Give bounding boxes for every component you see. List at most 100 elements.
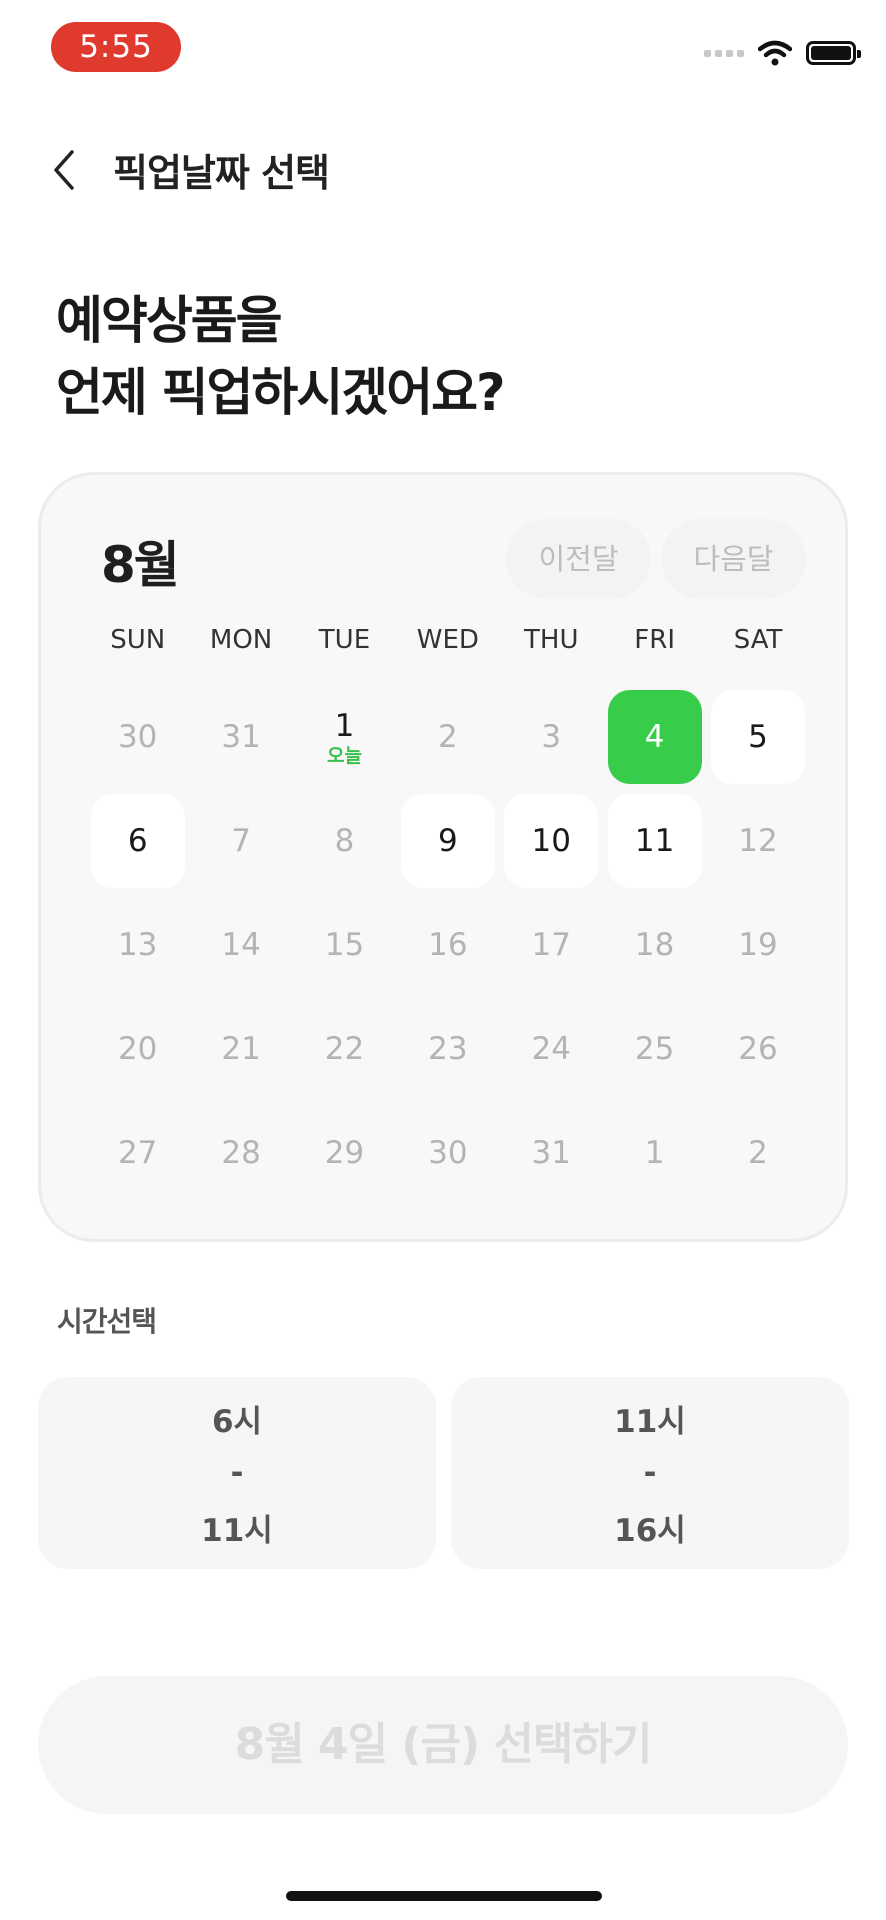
calendar-day[interactable]: 11	[603, 789, 706, 893]
calendar-day: 2	[706, 1101, 809, 1205]
calendar-day-box: 23	[401, 1002, 495, 1096]
calendar-day-number: 1	[334, 708, 355, 744]
time-section-label: 시간선택	[57, 1305, 157, 1338]
calendar-card: 8월 이전달 다음달 SUN MON TUE WED THU FRI SAT 3…	[38, 472, 848, 1242]
calendar-day-number: 22	[324, 1031, 365, 1067]
weekday-label: FRI	[634, 625, 675, 655]
month-label: 8월	[101, 536, 180, 594]
calendar-day: 12	[706, 789, 809, 893]
calendar-day-number: 18	[634, 927, 675, 963]
calendar-day-box: 21	[194, 1002, 288, 1096]
confirm-button[interactable]: 8월 4일 (금) 선택하기	[38, 1676, 848, 1814]
time-slot-end: 11시	[201, 1513, 273, 1549]
calendar-day-number: 2	[748, 1135, 768, 1171]
calendar-day: 28	[189, 1101, 292, 1205]
calendar-day-box: 30	[91, 690, 185, 784]
next-month-button[interactable]: 다음달	[661, 519, 806, 599]
calendar-day-box: 31	[504, 1106, 598, 1200]
calendar-day-box: 26	[711, 1002, 805, 1096]
headline-line-2: 언제 픽업하시겠어요?	[56, 364, 506, 423]
calendar-day: 3	[500, 685, 603, 789]
calendar-day-box: 27	[91, 1106, 185, 1200]
calendar-day-number: 24	[531, 1031, 571, 1067]
calendar-day-box: 3	[504, 690, 598, 784]
calendar-day-number: 20	[117, 1031, 158, 1067]
calendar-day-number: 3	[541, 719, 562, 755]
calendar-day[interactable]: 5	[706, 685, 809, 789]
calendar-day-number: 31	[531, 1135, 571, 1171]
calendar-day-box: 15	[297, 898, 391, 992]
chevron-left-icon	[54, 150, 74, 190]
calendar-day: 1	[603, 1101, 706, 1205]
calendar-day-number: 2	[437, 719, 458, 755]
calendar-day-box: 20	[91, 1002, 185, 1096]
calendar-day-box: 12	[711, 794, 805, 888]
page-title: 픽업날짜 선택	[113, 151, 330, 195]
weekday-label: THU	[524, 625, 579, 655]
status-icons	[704, 36, 861, 70]
weekday-label: MON	[209, 625, 273, 655]
calendar-day-number: 7	[231, 823, 251, 859]
calendar-day-box: 31	[194, 690, 288, 784]
calendar-day: 8	[293, 789, 396, 893]
calendar-day: 19	[706, 893, 809, 997]
calendar-day-number: 23	[428, 1031, 468, 1067]
headline: 예약상품을 언제 픽업하시겠어요?	[56, 286, 506, 430]
calendar-day-box: 22	[297, 1002, 391, 1096]
time-slot-6-11[interactable]: 6시 - 11시	[38, 1377, 436, 1569]
calendar-day-number: 5	[748, 719, 768, 755]
calendar-day-box: 6	[90, 794, 185, 888]
calendar-day: 25	[603, 997, 706, 1101]
battery-icon	[806, 41, 861, 65]
calendar-day: 29	[293, 1101, 396, 1205]
calendar-day: 30	[396, 1101, 499, 1205]
calendar-day[interactable]: 9	[396, 789, 499, 893]
calendar-day-box: 2	[401, 690, 495, 784]
calendar-day: 17	[500, 893, 603, 997]
calendar-day[interactable]: 6	[86, 789, 189, 893]
calendar-day-box: 14	[194, 898, 288, 992]
calendar-day: 13	[86, 893, 189, 997]
calendar-day: 21	[189, 997, 292, 1101]
calendar-day-number: 13	[117, 927, 158, 963]
status-time: 5:55	[51, 22, 181, 72]
calendar-day-number: 26	[738, 1031, 778, 1067]
calendar-day: 23	[396, 997, 499, 1101]
calendar-day-number: 16	[428, 927, 468, 963]
calendar-day-box: 8	[297, 794, 391, 888]
calendar-day: 2	[396, 685, 499, 789]
calendar-day-number: 12	[738, 823, 778, 859]
weekday-header: SUN MON TUE WED THU FRI SAT	[86, 625, 810, 655]
calendar-day-box: 5	[711, 690, 806, 784]
back-button[interactable]	[44, 146, 84, 194]
calendar-day-number: 21	[221, 1031, 261, 1067]
calendar-day: 31	[189, 685, 292, 789]
calendar-day-number: 1	[644, 1135, 665, 1171]
prev-month-button[interactable]: 이전달	[506, 519, 651, 599]
time-slot-start: 11시	[614, 1404, 686, 1440]
calendar-day-number: 9	[437, 823, 458, 859]
calendar-day-number: 14	[221, 927, 261, 963]
calendar-day[interactable]: 4	[603, 685, 706, 789]
time-slot-start: 6시	[211, 1404, 263, 1440]
wifi-icon	[758, 40, 792, 66]
calendar-day-box: 13	[91, 898, 185, 992]
time-slot-dash: -	[643, 1455, 657, 1491]
calendar-day-number: 27	[117, 1135, 158, 1171]
calendar-day-box: 24	[504, 1002, 598, 1096]
calendar-day-box: 30	[401, 1106, 495, 1200]
calendar-day[interactable]: 10	[500, 789, 603, 893]
calendar-day: 14	[189, 893, 292, 997]
weekday-label: SUN	[110, 625, 166, 655]
time-slot-dash: -	[230, 1455, 244, 1491]
calendar-day: 24	[500, 997, 603, 1101]
weekday-label: SAT	[733, 625, 783, 655]
calendar-day: 20	[86, 997, 189, 1101]
time-slot-11-16[interactable]: 11시 - 16시	[451, 1377, 849, 1569]
calendar-day-number: 4	[644, 719, 665, 755]
calendar-day-box: 9	[400, 794, 495, 888]
calendar-day-number: 11	[634, 823, 675, 859]
calendar-day: 27	[86, 1101, 189, 1205]
calendar-day-box: 19	[711, 898, 805, 992]
calendar-day: 31	[500, 1101, 603, 1205]
